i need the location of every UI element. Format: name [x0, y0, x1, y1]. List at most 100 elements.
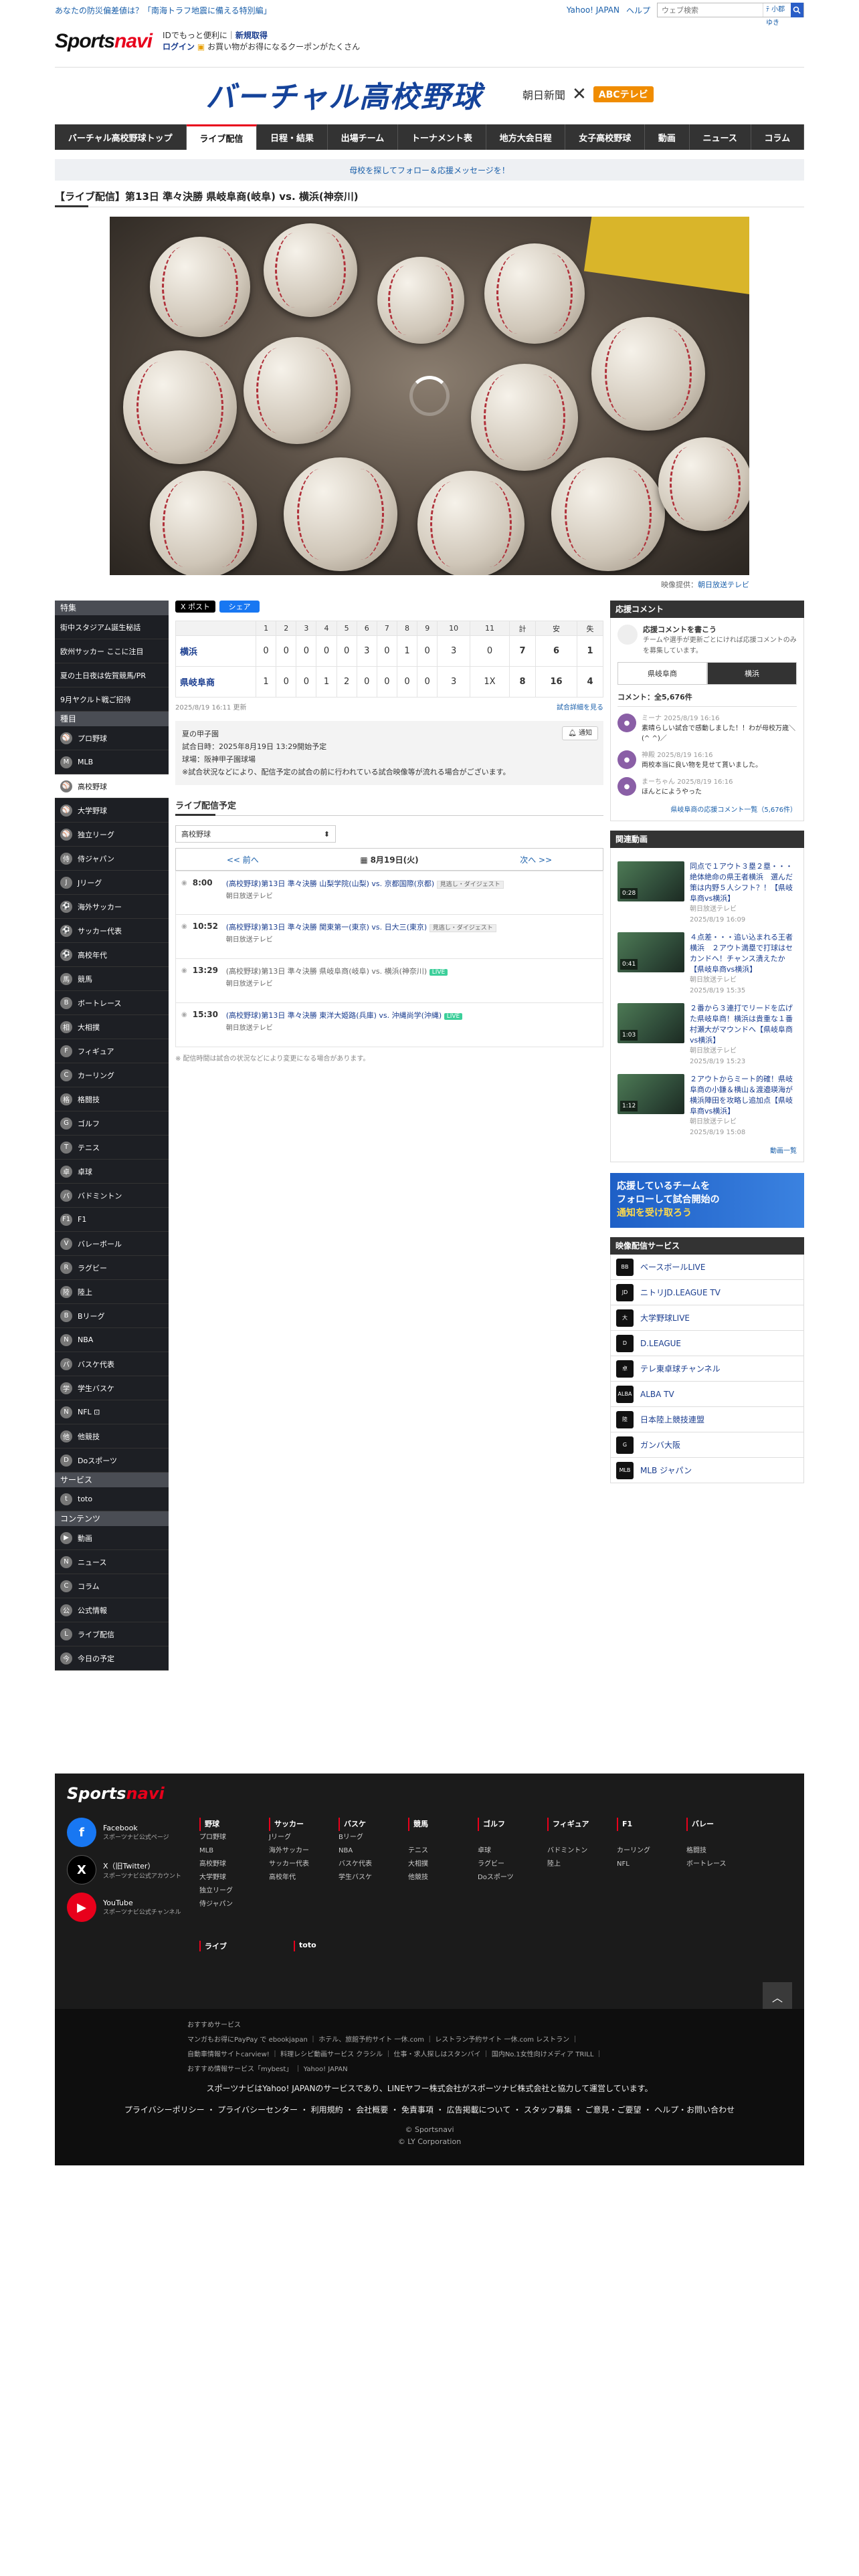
video-list-link[interactable]: 動画一覧 [617, 1145, 797, 1155]
sidebar-item[interactable]: ▶ 動画 [55, 1526, 169, 1550]
facebook-share-button[interactable]: シェア [219, 601, 260, 613]
footer-link[interactable]: Jリーグ [269, 1831, 326, 1844]
footer-link[interactable]: Doスポーツ [478, 1871, 535, 1885]
footer-link[interactable]: 独立リーグ [199, 1885, 257, 1898]
footer-link[interactable]: 学生バスケ [339, 1871, 396, 1885]
footer-toto-link[interactable]: toto [294, 1941, 316, 1951]
nav-item[interactable]: 出場チーム [328, 124, 399, 150]
nav-item[interactable]: ライブ配信 [186, 124, 258, 150]
follow-notice[interactable]: 母校を探してフォロー＆応援メッセージを！ [55, 159, 804, 181]
video-title[interactable]: 同点で１アウト３塁２塁・・・絶体絶命の県王者横浜 選んだ策は内野５人シフト？！【… [690, 861, 797, 904]
sidebar-item[interactable]: 馬競馬 [55, 967, 169, 991]
footer-link[interactable]: 他競技 [408, 1871, 466, 1885]
sportsnavi-logo[interactable]: Sportsnavi [55, 30, 153, 53]
sidebar-item[interactable]: 学学生バスケ [55, 1376, 169, 1400]
footer-link[interactable]: ラグビー [478, 1858, 535, 1871]
sidebar-item[interactable]: 今今日の予定 [55, 1646, 169, 1671]
schedule-title[interactable]: (高校野球)第13日 準々決勝 東洋大姫路(兵庫) vs. 沖縄尚学(沖縄) L… [226, 1010, 463, 1023]
nav-item[interactable]: ニュース [690, 124, 751, 150]
sidebar-item[interactable]: R ラグビー [55, 1256, 169, 1280]
nav-item[interactable]: トーナメント表 [398, 124, 486, 150]
video-title[interactable]: ４点差・・・追い込まれる王者横浜 ２アウト満塁で打球はセカンドへ！チャンス潰えた… [690, 932, 797, 975]
footer-column-heading[interactable]: サッカー [269, 1818, 326, 1831]
nav-item[interactable]: 動画 [645, 124, 690, 150]
schedule-title-text[interactable]: (高校野球)第13日 準々決勝 山梨学院(山梨) vs. 京都国際(京都) [226, 879, 434, 888]
coupon-text[interactable]: お買い物がお得になるクーポンがたくさん [207, 42, 360, 51]
sidebar-item[interactable]: 卓卓球 [55, 1160, 169, 1184]
sidebar-item[interactable]: ⚾ 高校野球 [55, 774, 169, 798]
video-item[interactable]: 0:41 ４点差・・・追い込まれる王者横浜 ２アウト満塁で打球はセカンドへ！チャン… [617, 932, 797, 996]
sidebar-item[interactable]: 他他競技 [55, 1424, 169, 1448]
schedule-item[interactable]: ◉ 13:29 (高校野球)第13日 準々決勝 県岐阜商(岐阜) vs. 横浜(神奈… [175, 959, 603, 1003]
current-date[interactable]: 8月19日(火) [371, 855, 419, 865]
comment-list-link[interactable]: 県岐阜商の応援コメント一覧（5,676件） [617, 804, 797, 814]
social-link[interactable]: X X（旧Twitter） スポーツナビ公式アカウント [67, 1855, 181, 1885]
feature-link[interactable]: 街中スタジアム誕生秘話 [55, 615, 169, 639]
footer-link[interactable]: 高校年代 [269, 1871, 326, 1885]
social-link[interactable]: f Facebook スポーツナビ公式ページ [67, 1818, 169, 1847]
sidebar-item[interactable]: ⚾ プロ野球 [55, 726, 169, 750]
service-item[interactable]: D D.LEAGUE [610, 1331, 804, 1356]
footer-column-heading[interactable]: 野球 [199, 1818, 257, 1831]
tab-yokohama[interactable]: 横浜 [707, 662, 797, 685]
footer-link[interactable]: カーリング [617, 1844, 674, 1858]
sidebar-item[interactable]: ババスケ代表 [55, 1352, 169, 1376]
video-thumbnail[interactable]: 1:03 [617, 1003, 684, 1043]
footer-link[interactable]: プロ野球 [199, 1831, 257, 1844]
footer-link[interactable]: NFL [617, 1858, 674, 1871]
sidebar-item[interactable]: B ボートレース [55, 991, 169, 1015]
footer-link[interactable]: 格闘技 [686, 1844, 744, 1858]
sport-select[interactable]: 高校野球 ⬍ [175, 825, 336, 843]
footer-column-heading[interactable]: バスケ [339, 1818, 396, 1831]
feature-link[interactable]: 欧州サッカー ここに注目 [55, 639, 169, 663]
sidebar-item[interactable]: 陸陸上 [55, 1280, 169, 1304]
service-name[interactable]: ガンバ大阪 [640, 1439, 680, 1451]
video-item[interactable]: 1:03 ２番から３連打でリードを広げた県岐阜商！横浜は貴重な１番村瀬大がマウンド… [617, 1003, 797, 1067]
web-search-input[interactable] [658, 3, 763, 17]
sidebar-item[interactable]: L ライブ配信 [55, 1622, 169, 1646]
video-thumbnail[interactable]: 0:41 [617, 932, 684, 972]
footer-column-heading[interactable]: 競馬 [408, 1818, 466, 1831]
footer-link[interactable]: ボートレース [686, 1858, 744, 1871]
sidebar-item[interactable]: J Jリーグ [55, 871, 169, 895]
service-name[interactable]: 大学野球LIVE [640, 1312, 690, 1323]
disaster-quiz-link[interactable]: あなたの防災偏差値は？「南海トラフ地震に備える特別編」 [55, 5, 272, 16]
sidebar-item[interactable]: 相大相撲 [55, 1015, 169, 1039]
service-item[interactable]: BB ベースボールLIVE [610, 1255, 804, 1280]
service-name[interactable]: ニトリJD.LEAGUE TV [640, 1287, 721, 1298]
sidebar-item[interactable]: ⚾ 独立リーグ [55, 823, 169, 847]
schedule-title[interactable]: (高校野球)第13日 準々決勝 山梨学院(山梨) vs. 京都国際(京都) 見逃… [226, 878, 504, 891]
footer-column-heading[interactable]: フィギュア [547, 1818, 605, 1831]
footer-link[interactable]: テニス [408, 1844, 466, 1858]
nav-item[interactable]: 日程・結果 [257, 124, 328, 150]
footer-link[interactable]: 侍ジャパン [199, 1898, 257, 1911]
footer-link[interactable]: 陸上 [547, 1858, 605, 1871]
feature-link[interactable]: 9月ヤクルト戦ご招待 [55, 687, 169, 712]
footer-link[interactable]: 高校野球 [199, 1858, 257, 1871]
video-title[interactable]: ２番から３連打でリードを広げた県岐阜商！横浜は貴重な１番村瀬大がマウンドへ【県岐… [690, 1003, 797, 1046]
game-detail-link[interactable]: 試合詳細を見る [557, 702, 603, 712]
x-share-button[interactable]: X ポスト [175, 601, 215, 613]
prev-day-link[interactable]: << 前へ [227, 854, 259, 865]
search-tab[interactable]: ﾃ 小郡ゆき [763, 3, 791, 27]
video-item[interactable]: 1:12 ２アウトからミート的確！県岐阜商の小鎌＆横山＆渡邉瑛海が横浜陣田を攻略し… [617, 1074, 797, 1138]
sidebar-item[interactable]: G ゴルフ [55, 1111, 169, 1136]
search-button[interactable] [790, 3, 803, 17]
team-name[interactable]: 県岐阜商 [175, 666, 256, 697]
footer-link[interactable]: サッカー代表 [269, 1858, 326, 1871]
service-item[interactable]: 卓テレ東卓球チャンネル [610, 1356, 804, 1382]
service-name[interactable]: 日本陸上競技連盟 [640, 1414, 704, 1425]
footer-column-heading[interactable]: F1 [617, 1818, 674, 1831]
sidebar-item[interactable]: ⚾ 大学野球 [55, 798, 169, 823]
footer-link[interactable]: バドミントン [547, 1844, 605, 1858]
sidebar-item[interactable]: N ニュース [55, 1550, 169, 1574]
sidebar-item[interactable]: N NFL ⊡ [55, 1400, 169, 1424]
video-thumbnail[interactable]: 1:12 [617, 1074, 684, 1114]
sidebar-item[interactable]: T テニス [55, 1136, 169, 1160]
service-item[interactable]: ALBA ALBA TV [610, 1382, 804, 1407]
sidebar-item[interactable]: F フィギュア [55, 1039, 169, 1063]
nav-item[interactable]: コラム [751, 124, 804, 150]
notify-button[interactable]: 🔔︎ 通知 [562, 726, 598, 740]
sidebar-item[interactable]: B Bリーグ [55, 1304, 169, 1328]
login-link[interactable]: ログイン [163, 42, 195, 51]
